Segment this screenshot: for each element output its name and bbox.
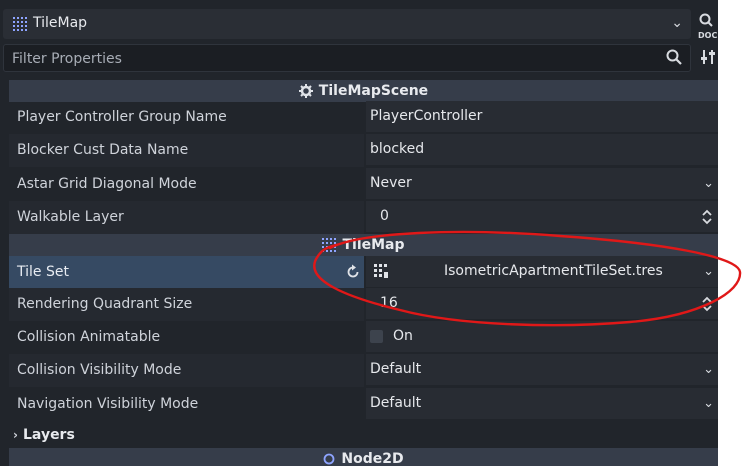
property-value: Default [370, 361, 422, 377]
node-selector-bar: TileMap ⌄ DOC [0, 7, 718, 41]
blocker-cust-data-input[interactable]: blocked [366, 134, 718, 165]
property-label: Blocker Cust Data Name [9, 134, 364, 167]
search-icon[interactable] [666, 49, 682, 65]
walkable-layer-spinbox[interactable]: 0 [366, 201, 718, 232]
section-header-node2d[interactable]: Node2D [9, 448, 718, 466]
property-row-astar-diagonal: Astar Grid Diagonal Mode Never ⌄ [9, 168, 718, 201]
tools-icon[interactable] [700, 48, 716, 66]
section-title: TileMapScene [318, 83, 429, 99]
navigation-visibility-dropdown[interactable]: Default ⌄ [366, 388, 718, 419]
script-gear-icon [298, 84, 313, 98]
player-controller-group-input[interactable]: PlayerController [366, 101, 718, 132]
inspector-panel: TileMap ⌄ DOC Filter Properties TileMapS… [0, 0, 718, 466]
section-title: TileMap [342, 237, 405, 253]
rendering-quadrant-spinbox[interactable]: 16 [366, 288, 718, 319]
property-label: Navigation Visibility Mode [17, 396, 199, 412]
right-margin [718, 0, 744, 466]
tilemap-grid-icon [13, 17, 27, 31]
chevron-down-icon[interactable]: ⌄ [703, 256, 714, 287]
astar-diagonal-dropdown[interactable]: Never ⌄ [366, 168, 718, 199]
property-value: Default [370, 395, 422, 411]
property-value: 16 [380, 295, 398, 311]
property-row-navigation-visibility: Navigation Visibility Mode Default ⌄ [9, 388, 718, 421]
layers-label: Layers [23, 427, 75, 443]
property-label: Astar Grid Diagonal Mode [17, 176, 197, 192]
collision-animatable-checkbox[interactable]: On [366, 321, 718, 352]
doc-search-icon [699, 13, 713, 27]
layers-group[interactable]: › Layers [9, 424, 718, 446]
filter-properties-field[interactable] [3, 44, 691, 73]
property-row-blocker-cust-data: Blocker Cust Data Name blocked [9, 134, 718, 167]
chevron-down-icon: ⌄ [703, 362, 714, 377]
node-selector[interactable]: TileMap ⌄ [3, 9, 691, 39]
property-value: Never [370, 175, 412, 191]
property-value: PlayerController [370, 108, 483, 124]
chevron-down-icon: ⌄ [703, 176, 714, 191]
doc-button[interactable]: DOC [698, 13, 718, 40]
property-value: blocked [370, 141, 425, 157]
filter-input[interactable] [4, 45, 664, 73]
section-header-tilemapscene[interactable]: TileMapScene [9, 80, 718, 102]
property-label: Player Controller Group Name [17, 109, 227, 125]
tile-set-value: IsometricApartmentTileSet.tres [444, 263, 663, 279]
collision-visibility-dropdown[interactable]: Default ⌄ [366, 354, 718, 385]
node2d-circle-icon [323, 453, 335, 465]
chevron-right-icon: › [13, 428, 18, 442]
property-row-collision-animatable: Collision Animatable On [9, 321, 718, 354]
updown-arrows-icon[interactable] [702, 296, 712, 312]
property-label: Walkable Layer [9, 201, 364, 234]
property-row-walkable-layer: Walkable Layer 0 [9, 201, 718, 234]
updown-arrows-icon[interactable] [702, 209, 712, 225]
section-header-tilemap[interactable]: TileMap [9, 234, 718, 256]
property-row-collision-visibility: Collision Visibility Mode Default ⌄ [9, 354, 718, 387]
property-label: Rendering Quadrant Size [9, 288, 364, 321]
chevron-down-icon: ⌄ [703, 396, 714, 411]
section-title: Node2D [341, 451, 404, 466]
chevron-down-icon: ⌄ [671, 15, 683, 31]
property-value: 0 [380, 208, 389, 224]
property-row-player-controller-group: Player Controller Group Name PlayerContr… [9, 101, 718, 134]
checkbox-box[interactable] [370, 330, 383, 343]
property-label[interactable]: Tile Set [9, 256, 364, 289]
tilemap-grid-icon [322, 238, 337, 252]
property-label: Collision Animatable [17, 329, 161, 345]
tile-set-resource-picker[interactable]: IsometricApartmentTileSet.tres ⌄ [366, 256, 718, 287]
checkbox-label: On [393, 328, 413, 344]
tileset-icon [374, 264, 388, 278]
property-row-tile-set: Tile Set IsometricApartmentTileSet.tres … [9, 256, 718, 289]
revert-icon[interactable] [345, 264, 361, 280]
doc-label: DOC [698, 31, 718, 40]
property-row-rendering-quadrant: Rendering Quadrant Size 16 [9, 288, 718, 321]
property-label: Collision Visibility Mode [9, 354, 364, 387]
node-selector-label: TileMap [33, 15, 88, 31]
